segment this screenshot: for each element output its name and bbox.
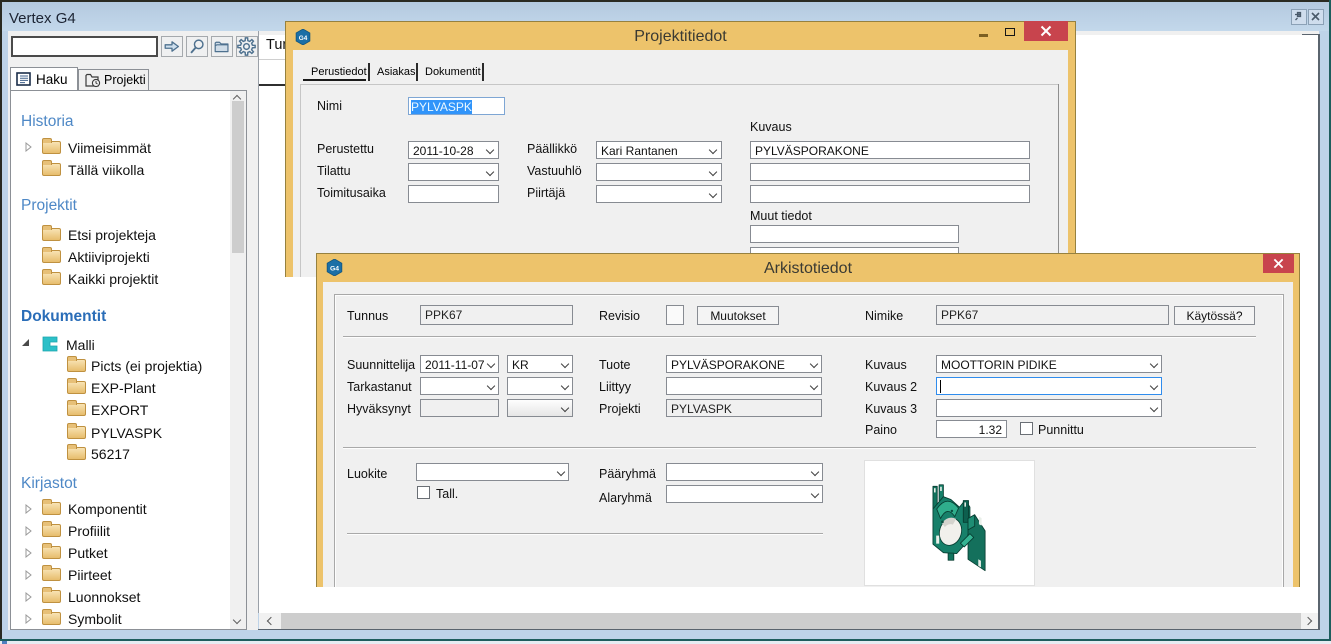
svg-text:G4: G4 bbox=[299, 35, 308, 42]
svg-text:G4: G4 bbox=[330, 265, 339, 272]
